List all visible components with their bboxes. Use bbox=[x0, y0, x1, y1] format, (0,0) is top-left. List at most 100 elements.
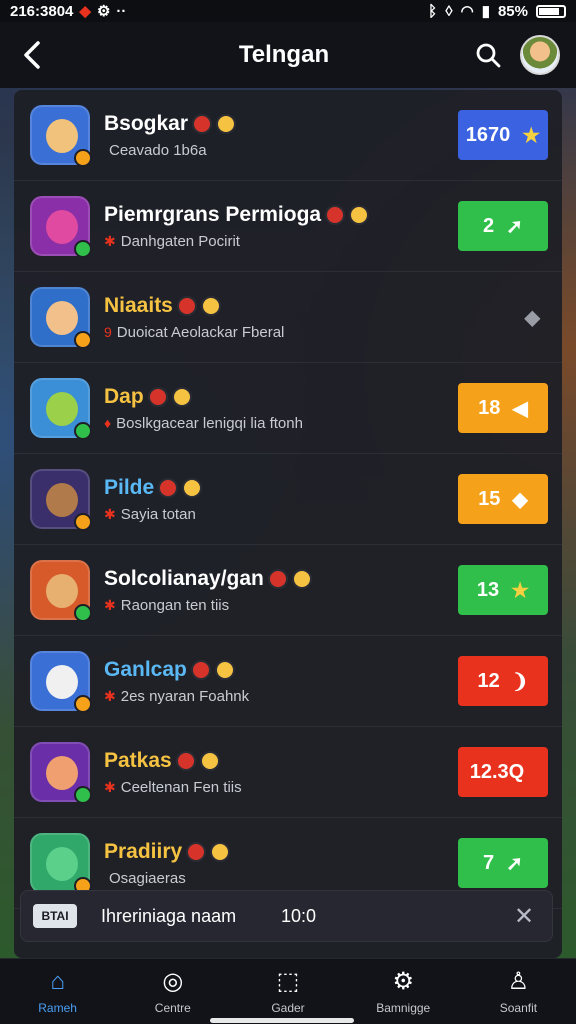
list-item[interactable]: Bsogkar Ceavado 1b6a 1670 ★ bbox=[14, 90, 562, 181]
action-value: 2 bbox=[483, 214, 495, 237]
list-item-title: Dap bbox=[104, 385, 458, 409]
emblem-icon bbox=[186, 841, 207, 862]
status-badge-icon bbox=[74, 240, 92, 258]
list-item-title: Patkas bbox=[104, 749, 458, 773]
list-item-text: Solcolianay/gan ✱ Raongan ten tiis bbox=[104, 567, 458, 614]
search-button[interactable] bbox=[464, 31, 512, 79]
list-item[interactable]: Piemrgrans Permioga ✱ Danhgaten Pocirit … bbox=[14, 181, 562, 272]
battery-icon bbox=[536, 4, 566, 18]
action-button[interactable]: 18 ◀ bbox=[458, 383, 548, 433]
tab-icon: ⚙ bbox=[392, 967, 414, 995]
action-button[interactable]: 2 ➚ bbox=[458, 201, 548, 251]
list-item-title: Pilde bbox=[104, 476, 458, 500]
list-item-subtitle-text: Sayia totan bbox=[120, 505, 196, 523]
emblem-icon bbox=[147, 386, 168, 407]
action-icon: ❩ bbox=[511, 670, 529, 693]
action-button[interactable]: 15 ◆ bbox=[458, 474, 548, 524]
category-mark: ♦ bbox=[104, 415, 112, 431]
game-icon bbox=[30, 196, 92, 258]
list-item-subtitle-text: Boslkgacear lenigqi lia ftonh bbox=[116, 414, 303, 432]
page-title: Telngan bbox=[238, 41, 330, 68]
game-list: Bsogkar Ceavado 1b6a 1670 ★ Piemrgrans P… bbox=[14, 90, 562, 958]
back-button[interactable] bbox=[0, 22, 64, 88]
list-item[interactable]: Solcolianay/gan ✱ Raongan ten tiis 13 ★ bbox=[14, 545, 562, 636]
action-value: 18 bbox=[478, 396, 501, 419]
coin-icon bbox=[182, 477, 203, 498]
status-badge-icon bbox=[74, 149, 92, 167]
tab-bamnigge[interactable]: ⚙ Bamnigge bbox=[346, 959, 461, 1024]
action-button[interactable]: ◆ bbox=[458, 292, 548, 342]
action-value: 13 bbox=[476, 578, 500, 601]
list-item-title-text: Bsogkar bbox=[104, 111, 189, 135]
tab-label: Rameh bbox=[38, 1000, 77, 1015]
action-button[interactable]: 1670 ★ bbox=[458, 110, 548, 160]
toast-text: Ihreriniaga naam bbox=[101, 905, 237, 926]
signal-icon: ▮ bbox=[481, 3, 490, 20]
list-item-subtitle: ✱ 2es nyaran Foahnk bbox=[104, 688, 458, 705]
category-mark: ✱ bbox=[104, 778, 116, 795]
list-item-title: Ganlcap bbox=[104, 658, 458, 682]
tab-rameh[interactable]: ⌂ Rameh bbox=[0, 959, 115, 1024]
coin-icon bbox=[349, 204, 370, 225]
coin-icon bbox=[199, 750, 220, 771]
category-mark: ✱ bbox=[104, 687, 116, 704]
action-button[interactable]: 7 ➚ bbox=[458, 838, 548, 888]
list-item-text: Ganlcap ✱ 2es nyaran Foahnk bbox=[104, 658, 458, 705]
category-mark: ✱ bbox=[104, 232, 116, 249]
action-icon: ◆ bbox=[524, 306, 540, 329]
status-bar: 216:3804 ◆ ⚙ ·· ᛒ ◊ ◠ ▮ 85% bbox=[0, 0, 576, 22]
list-item-title-text: Dap bbox=[104, 384, 144, 408]
more-icon: ·· bbox=[116, 2, 127, 20]
action-value: 1670 bbox=[465, 123, 511, 146]
list-item-title: Niaaits bbox=[104, 294, 458, 318]
action-icon: ◀ bbox=[512, 397, 528, 420]
list-item-text: Piemrgrans Permioga ✱ Danhgaten Pocirit bbox=[104, 203, 458, 250]
game-icon bbox=[30, 651, 92, 713]
character-face-icon bbox=[46, 756, 78, 790]
list-item-title: Pradiiry bbox=[104, 840, 458, 864]
list-item[interactable]: Niaaits 9 Duoicat Aeolackar Fberal ◆ bbox=[14, 272, 562, 363]
list-item-title-text: Solcolianay/gan bbox=[104, 566, 264, 590]
app-header: Telngan bbox=[0, 22, 576, 88]
list-item-text: Pradiiry Osagiaeras bbox=[104, 840, 458, 887]
tab-gader[interactable]: ⬚ Gader bbox=[230, 959, 345, 1024]
tab-centre[interactable]: ◎ Centre bbox=[115, 959, 230, 1024]
list-item-subtitle-text: Danhgaten Pocirit bbox=[120, 232, 240, 250]
list-item[interactable]: Dap ♦ Boslkgacear lenigqi lia ftonh 18 ◀ bbox=[14, 363, 562, 454]
list-item-title-text: Ganlcap bbox=[104, 657, 187, 681]
vibrate-icon: ◊ bbox=[445, 2, 453, 20]
list-item-subtitle: 9 Duoicat Aeolackar Fberal bbox=[104, 324, 458, 341]
list-item[interactable]: Pilde ✱ Sayia totan 15 ◆ bbox=[14, 454, 562, 545]
game-icon bbox=[30, 833, 92, 895]
category-mark: 9 bbox=[104, 324, 112, 340]
bluetooth-icon: ᛒ bbox=[428, 2, 438, 20]
emblem-icon bbox=[192, 113, 213, 134]
action-value: 7 bbox=[483, 851, 495, 874]
toast-time: 10:0 bbox=[281, 905, 317, 926]
status-badge-icon bbox=[74, 422, 92, 440]
close-icon[interactable]: ✕ bbox=[508, 902, 540, 931]
category-mark: ✱ bbox=[104, 505, 116, 522]
tab-soanfit[interactable]: ♙ Soanfit bbox=[461, 959, 576, 1024]
list-item-subtitle-text: Ceeltenan Fen tiis bbox=[120, 778, 242, 796]
list-item-title: Bsogkar bbox=[104, 112, 458, 136]
action-button[interactable]: 12 ❩ bbox=[458, 656, 548, 706]
action-button[interactable]: 13 ★ bbox=[458, 565, 548, 615]
status-time: 216:3804 bbox=[10, 2, 74, 20]
emblem-icon bbox=[175, 750, 196, 771]
notification-icon: ◆ bbox=[79, 3, 91, 20]
list-item[interactable]: Ganlcap ✱ 2es nyaran Foahnk 12 ❩ bbox=[14, 636, 562, 727]
list-item-subtitle: ✱ Sayia totan bbox=[104, 506, 458, 523]
notification-toast[interactable]: BTAI Ihreriniaga naam 10:0 ✕ bbox=[20, 890, 553, 942]
avatar[interactable] bbox=[520, 35, 560, 75]
coin-icon bbox=[200, 295, 221, 316]
emblem-icon bbox=[325, 204, 346, 225]
action-icon: ★ bbox=[522, 124, 541, 147]
search-icon bbox=[476, 43, 501, 68]
action-button[interactable]: 12.3Q bbox=[458, 747, 548, 797]
list-item-subtitle-text: Ceavado 1b6a bbox=[109, 141, 207, 159]
list-item-title: Piemrgrans Permioga bbox=[104, 203, 458, 227]
list-item-text: Patkas ✱ Ceeltenan Fen tiis bbox=[104, 749, 458, 796]
list-item[interactable]: Patkas ✱ Ceeltenan Fen tiis 12.3Q bbox=[14, 727, 562, 818]
list-item-title-text: Patkas bbox=[104, 748, 172, 772]
